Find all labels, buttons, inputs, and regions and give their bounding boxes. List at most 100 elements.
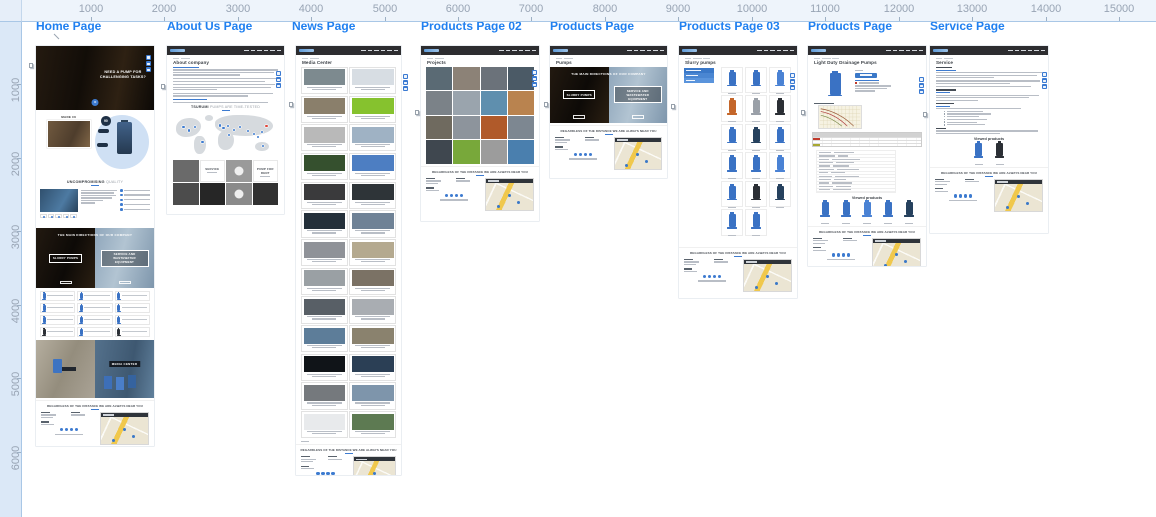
project-photo[interactable] [453, 67, 479, 91]
category-card[interactable] [77, 315, 112, 325]
news-card[interactable] [349, 124, 396, 151]
social-links[interactable] [301, 472, 350, 475]
phone-icon[interactable] [276, 71, 281, 76]
chat-icon[interactable] [1042, 84, 1047, 89]
product-card[interactable] [769, 181, 791, 208]
more-button[interactable] [573, 115, 585, 119]
project-photo[interactable] [453, 91, 479, 115]
frame-marker-icon[interactable] [29, 63, 33, 68]
product-card[interactable] [721, 67, 743, 94]
site-home[interactable]: NEED A PUMP FOR CHALLENGING TASKS? MADE … [36, 46, 154, 446]
project-photo[interactable] [426, 91, 452, 115]
product-card[interactable] [745, 209, 767, 236]
category-card[interactable] [40, 303, 75, 313]
project-photo[interactable] [481, 116, 507, 140]
news-card[interactable] [301, 296, 348, 323]
site-logo[interactable] [682, 49, 697, 52]
footer-map[interactable] [353, 456, 396, 475]
breadcrumb[interactable] [302, 58, 401, 59]
social-links[interactable] [684, 275, 740, 278]
project-photo[interactable] [481, 140, 507, 164]
project-photo[interactable] [508, 67, 534, 91]
breadcrumb[interactable] [427, 58, 539, 59]
about-photo[interactable] [253, 183, 279, 205]
news-card[interactable] [301, 239, 348, 266]
service-equipment-panel[interactable]: SERVICE AND WASTEWATER EQUIPMENT [95, 228, 154, 288]
site-nav[interactable] [886, 50, 923, 51]
map-location-dot[interactable] [233, 129, 235, 131]
map-location-dot[interactable] [188, 129, 190, 131]
social-links[interactable] [935, 194, 991, 197]
field-photo-link[interactable] [36, 340, 95, 398]
product-card[interactable] [745, 95, 767, 122]
phone-icon[interactable] [919, 77, 924, 82]
viewed-product-card[interactable] [902, 202, 917, 224]
footer-map[interactable] [994, 179, 1043, 212]
category-card[interactable] [40, 327, 75, 337]
contact-widget[interactable] [276, 71, 281, 88]
category-card[interactable] [40, 291, 75, 301]
phone-icon[interactable] [532, 70, 537, 75]
news-card[interactable] [301, 210, 348, 237]
site-logo[interactable] [811, 49, 826, 52]
about-photo[interactable] [173, 160, 199, 182]
product-photo[interactable] [822, 69, 848, 99]
news-card[interactable] [349, 182, 396, 209]
viewed-product-card[interactable] [839, 202, 854, 224]
site-nav[interactable] [757, 50, 794, 51]
mail-icon[interactable] [403, 80, 408, 85]
news-card[interactable] [301, 354, 348, 381]
map-location-dot[interactable] [261, 131, 263, 133]
frame-marker-icon[interactable] [289, 102, 293, 107]
frame-marker-icon[interactable] [671, 104, 675, 109]
chat-icon[interactable] [276, 83, 281, 88]
social-links[interactable] [555, 153, 611, 156]
site-logo[interactable] [933, 49, 948, 52]
footer-map[interactable] [743, 259, 792, 292]
map-location-dot[interactable] [194, 126, 196, 128]
mail-icon[interactable] [146, 61, 151, 66]
news-card[interactable] [301, 268, 348, 295]
frame-marker-icon[interactable] [801, 110, 805, 115]
footer-map[interactable] [872, 238, 921, 266]
social-links[interactable] [426, 194, 482, 197]
phone-icon[interactable] [146, 55, 151, 60]
footer-map[interactable] [100, 412, 149, 445]
map-location-dot[interactable] [182, 126, 184, 128]
play-button-icon[interactable] [92, 99, 99, 106]
project-photo[interactable] [426, 67, 452, 91]
map-location-dot[interactable] [265, 125, 267, 127]
project-photo[interactable] [508, 116, 534, 140]
news-card[interactable] [349, 411, 396, 438]
contact-widget[interactable] [919, 77, 924, 94]
news-card[interactable] [301, 411, 348, 438]
viewed-product-card[interactable] [992, 143, 1007, 165]
product-card[interactable] [769, 124, 791, 151]
social-links[interactable] [41, 428, 97, 431]
contact-widget[interactable] [146, 55, 151, 72]
contact-widget[interactable] [532, 70, 537, 87]
map-location-dot[interactable] [228, 134, 230, 136]
category-card[interactable] [77, 303, 112, 313]
site-nav[interactable] [361, 50, 398, 51]
phone-icon[interactable] [790, 73, 795, 78]
news-card[interactable] [349, 96, 396, 123]
frame-marker-icon[interactable] [923, 112, 927, 117]
phone-icon[interactable] [403, 74, 408, 79]
chat-icon[interactable] [146, 67, 151, 72]
news-card[interactable] [349, 268, 396, 295]
product-card[interactable] [721, 152, 743, 179]
site-product-detail[interactable]: Light Duty Drainage Pumps [808, 46, 926, 266]
product-card[interactable] [721, 209, 743, 236]
factory-video-thumbnail[interactable] [48, 121, 90, 147]
map-location-dot[interactable] [247, 130, 249, 132]
product-card[interactable] [745, 124, 767, 151]
news-card[interactable] [349, 382, 396, 409]
news-card[interactable] [301, 382, 348, 409]
product-card[interactable] [745, 152, 767, 179]
category-card[interactable] [115, 291, 150, 301]
site-about[interactable]: About company TSURUMI PUMPS ARE TIME-TES… [167, 46, 284, 214]
mail-icon[interactable] [1042, 78, 1047, 83]
news-card[interactable] [301, 153, 348, 180]
frame-marker-icon[interactable] [415, 110, 419, 115]
